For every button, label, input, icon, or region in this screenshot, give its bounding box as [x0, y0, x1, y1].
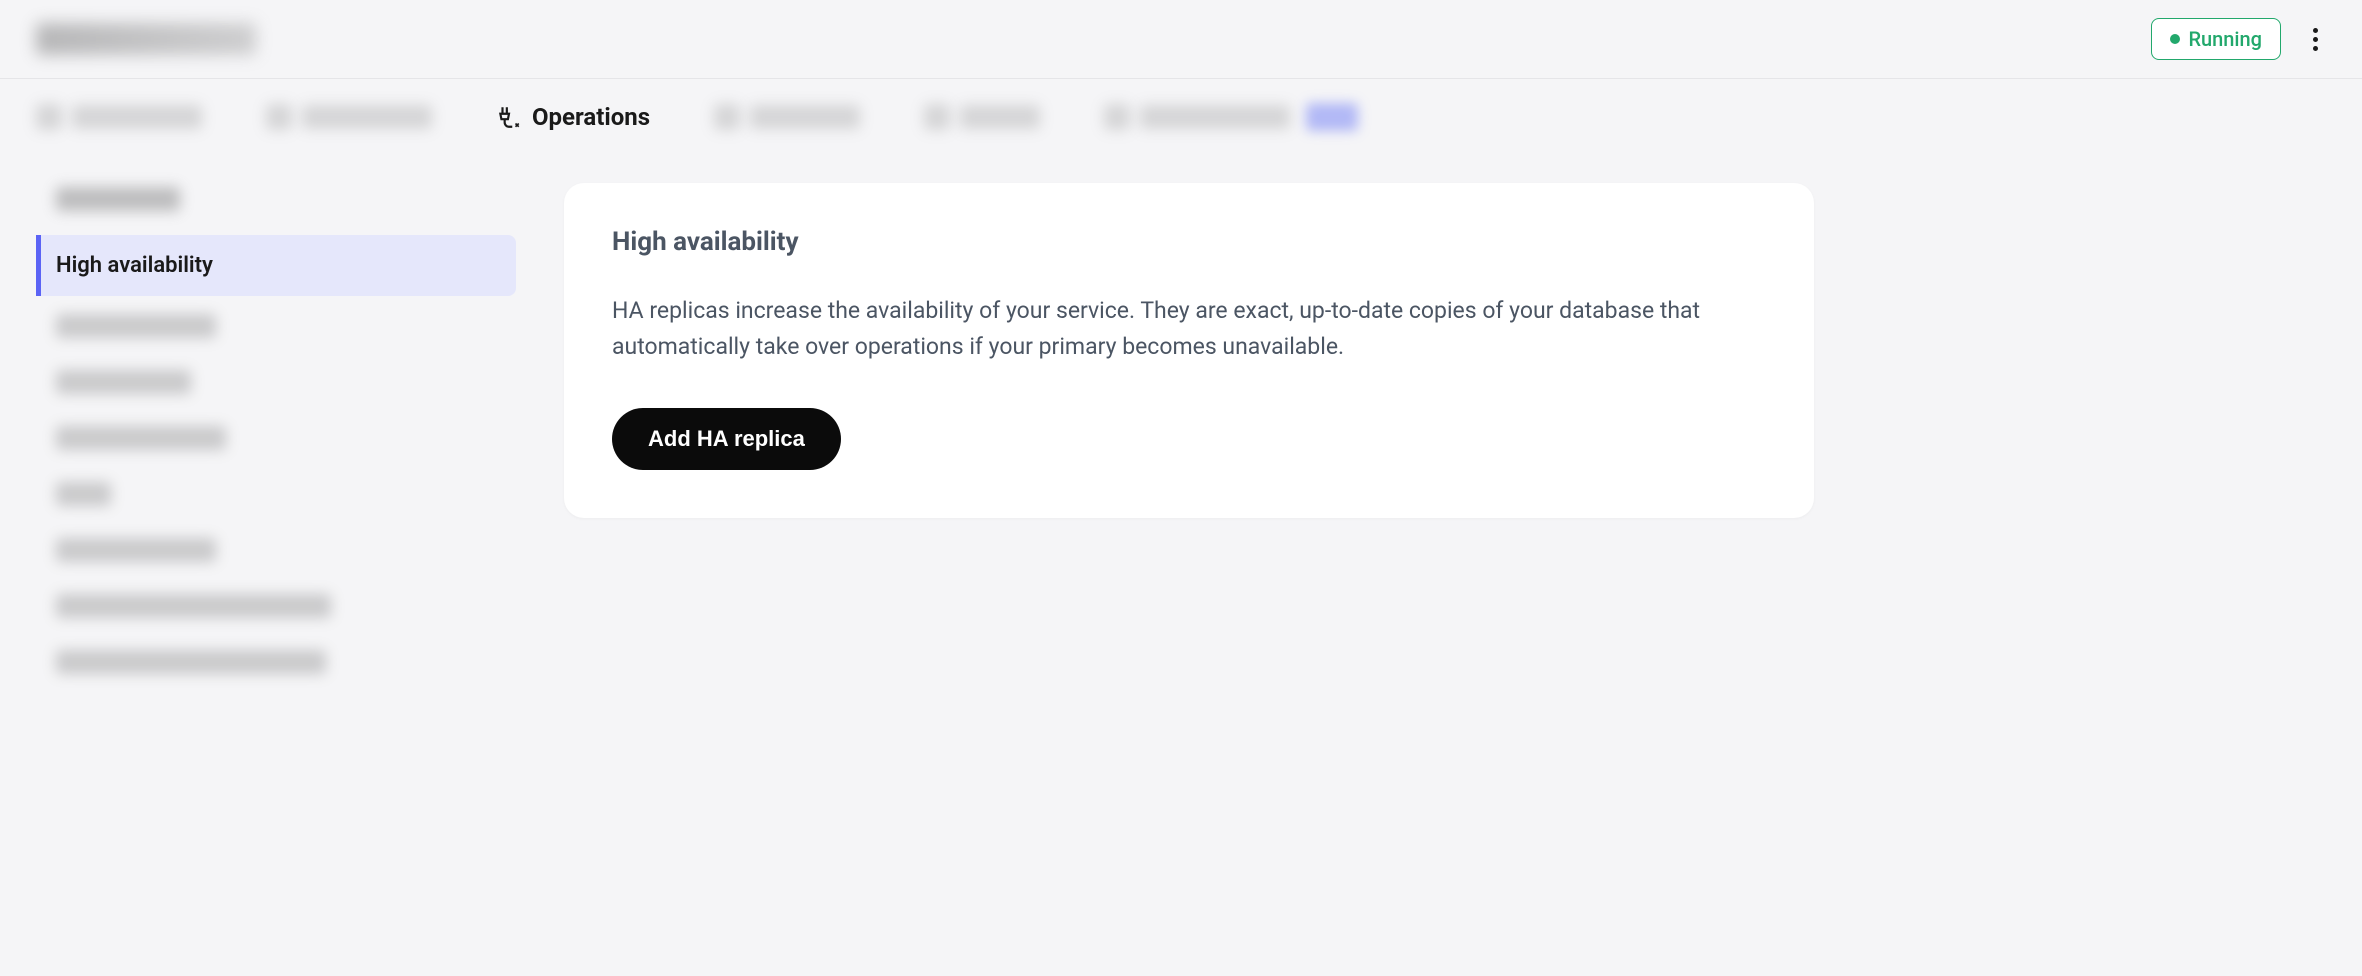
tab-label-blurred	[960, 105, 1040, 129]
status-dot-icon	[2170, 34, 2180, 44]
sidebar-item-blurred-7[interactable]	[36, 636, 516, 688]
card-description: HA replicas increase the availability of…	[612, 293, 1766, 364]
kebab-dot-icon	[2313, 28, 2318, 33]
tab-icon-blurred	[36, 104, 62, 130]
tab-label: Operations	[532, 103, 650, 131]
sidebar-label-blurred	[56, 482, 111, 506]
more-menu-button[interactable]	[2305, 20, 2326, 59]
sidebar-item-blurred-2[interactable]	[36, 356, 516, 408]
tab-badge-blurred	[1306, 103, 1358, 131]
sidebar-item-blurred-4[interactable]	[36, 468, 516, 520]
high-availability-card: High availability HA replicas increase t…	[564, 183, 1814, 518]
content-area: High availability HA replicas increase t…	[564, 155, 2326, 692]
tab-item-blurred-2[interactable]	[266, 104, 432, 130]
tab-icon-blurred	[714, 104, 740, 130]
status-badge: Running	[2151, 18, 2281, 60]
sidebar: High availability	[36, 155, 516, 692]
tab-icon-blurred	[266, 104, 292, 130]
tab-icon-blurred	[1104, 104, 1130, 130]
tab-label-blurred	[1140, 105, 1290, 129]
sidebar-item-blurred-5[interactable]	[36, 524, 516, 576]
kebab-dot-icon	[2313, 37, 2318, 42]
sidebar-label-blurred	[56, 538, 216, 562]
tab-label-blurred	[302, 105, 432, 129]
tab-item-blurred-5[interactable]	[1104, 103, 1358, 131]
page-title-blurred	[36, 23, 256, 55]
page-header: Running	[0, 0, 2362, 79]
sidebar-label-blurred	[56, 314, 216, 338]
status-label: Running	[2188, 27, 2262, 51]
sidebar-label-blurred	[56, 370, 191, 394]
sidebar-section-header-blurred	[56, 187, 180, 211]
sidebar-item-high-availability[interactable]: High availability	[36, 235, 516, 296]
sidebar-label-blurred	[56, 426, 226, 450]
tab-label-blurred	[750, 105, 860, 129]
kebab-dot-icon	[2313, 46, 2318, 51]
tab-item-blurred-1[interactable]	[36, 104, 202, 130]
tab-bar: Operations	[0, 79, 2362, 155]
tab-item-blurred-4[interactable]	[924, 104, 1040, 130]
plug-icon	[496, 104, 522, 130]
sidebar-label-blurred	[56, 594, 331, 618]
sidebar-item-blurred-1[interactable]	[36, 300, 516, 352]
tab-item-blurred-3[interactable]	[714, 104, 860, 130]
sidebar-label-blurred	[56, 650, 326, 674]
sidebar-item-blurred-6[interactable]	[36, 580, 516, 632]
header-actions: Running	[2151, 18, 2326, 60]
page-body: High availability High availability HA r…	[0, 155, 2362, 728]
add-ha-replica-button[interactable]: Add HA replica	[612, 408, 841, 470]
card-title: High availability	[612, 227, 1766, 257]
sidebar-item-label: High availability	[56, 253, 213, 278]
tab-icon-blurred	[924, 104, 950, 130]
tab-label-blurred	[72, 105, 202, 129]
tab-operations[interactable]: Operations	[496, 103, 650, 131]
sidebar-item-blurred-3[interactable]	[36, 412, 516, 464]
